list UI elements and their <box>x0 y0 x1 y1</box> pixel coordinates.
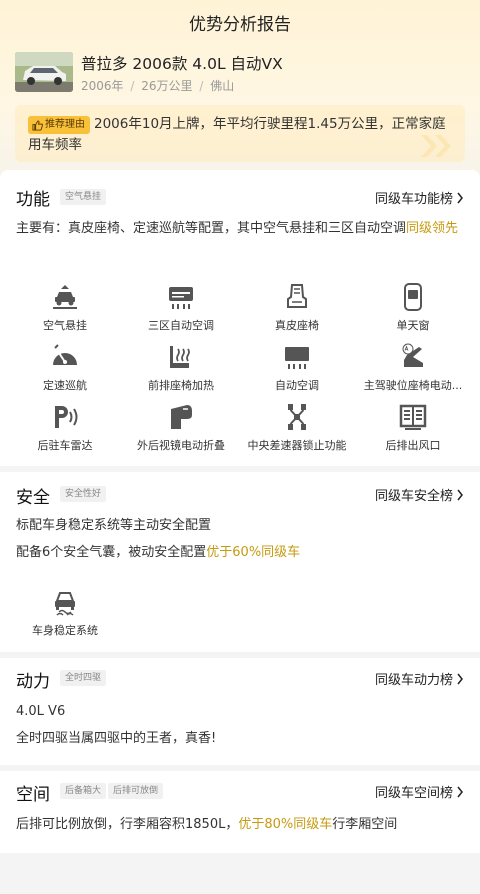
feature-item[interactable]: 主驾驶位座椅电动... <box>353 343 473 393</box>
cruise-control-icon <box>53 344 77 365</box>
feature-item[interactable]: 车身稳定系统 <box>5 588 125 638</box>
feature-item[interactable]: 空气悬挂 <box>5 283 125 333</box>
feature-label: 空气悬挂 <box>43 319 87 332</box>
power-title: 动力 <box>16 672 50 692</box>
feature-item[interactable]: 定速巡航 <box>5 343 125 393</box>
safety-passive-text: 配备6个安全气囊，被动安全配置 <box>16 545 207 560</box>
function-tag: 空气悬挂 <box>60 189 107 205</box>
space-card: 空间 后备箱大 后排可放倒 同级车空间榜 后排可比例放倒，行李厢容积1850L，… <box>0 771 480 853</box>
feature-label: 单天窗 <box>396 319 430 332</box>
feature-label: 主驾驶位座椅电动... <box>363 379 463 392</box>
feature-label: 三区自动空调 <box>148 319 214 332</box>
feature-item[interactable]: 自动空调 <box>237 343 357 393</box>
chevron-decoration-icon <box>421 135 451 157</box>
page-title: 优势分析报告 <box>189 15 291 35</box>
diff-lock-icon <box>288 404 306 430</box>
power-desc: 全时四驱当属四驱中的王者，真香! <box>16 731 217 746</box>
power-seat-icon <box>402 343 423 367</box>
feature-label: 自动空调 <box>275 379 319 392</box>
feature-item[interactable]: 后驻车雷达 <box>5 403 125 453</box>
meta-separator: / <box>199 79 204 93</box>
space-tag: 后排可放倒 <box>108 783 164 799</box>
feature-label: 真皮座椅 <box>275 319 319 332</box>
space-ranking-label: 同级车空间榜 <box>374 786 453 801</box>
safety-passive-desc: 配备6个安全气囊，被动安全配置优于60%同级车 <box>16 542 466 563</box>
power-ranking-label: 同级车动力榜 <box>374 673 453 688</box>
feature-label: 车身稳定系统 <box>32 624 98 637</box>
rear-vent-icon <box>399 404 427 430</box>
recommend-reason-card: 2006年10月上牌，年平均行驶里程1.45万公里，正常家庭用车频率 推荐理由 <box>15 105 465 162</box>
power-tag: 全时四驱 <box>60 670 107 686</box>
leather-seat-icon <box>287 284 307 308</box>
function-ranking-link[interactable]: 同级车功能榜 <box>375 188 464 207</box>
feature-item[interactable]: 中央差速器锁止功能 <box>237 403 357 453</box>
power-engine: 4.0L V6 <box>16 704 66 719</box>
seat-heating-icon <box>170 346 190 368</box>
car-mileage: 26万公里 <box>141 79 193 93</box>
safety-card: 安全 安全性好 同级车安全榜 标配车身稳定系统等主动安全配置 配备6个安全气囊，… <box>0 472 480 652</box>
air-suspension-icon <box>53 285 77 309</box>
safety-passive-highlight: 优于60%同级车 <box>206 545 301 560</box>
space-desc-text: 后排可比例放倒，行李厢容积1850L， <box>16 817 239 832</box>
feature-label: 前排座椅加热 <box>148 379 214 392</box>
feature-label: 外后视镜电动折叠 <box>137 439 225 452</box>
car-year: 2006年 <box>81 79 124 93</box>
car-name: 普拉多 2006款 4.0L 自动VX <box>81 55 283 73</box>
chevron-right-icon <box>457 786 463 797</box>
space-desc-highlight: 优于80%同级车 <box>238 817 333 832</box>
function-ranking-label: 同级车功能榜 <box>374 192 453 207</box>
chevron-right-icon <box>457 489 463 500</box>
function-card: 功能 空气悬挂 同级车功能榜 主要有：真皮座椅、定速巡航等配置，其中空气悬挂和三… <box>0 170 480 466</box>
feature-item[interactable]: 三区自动空调 <box>121 283 241 333</box>
function-desc-text: 主要有：真皮座椅、定速巡航等配置，其中空气悬挂和三区自动空调 <box>16 221 407 236</box>
space-desc-suffix: 行李厢空间 <box>332 817 398 832</box>
space-ranking-link[interactable]: 同级车空间榜 <box>375 782 464 801</box>
space-title: 空间 <box>16 785 50 805</box>
safety-ranking-link[interactable]: 同级车安全榜 <box>375 485 464 504</box>
feature-item[interactable]: 外后视镜电动折叠 <box>121 403 241 453</box>
feature-label: 后排出风口 <box>385 439 441 452</box>
safety-ranking-label: 同级车安全榜 <box>374 489 453 504</box>
feature-label: 后驻车雷达 <box>37 439 93 452</box>
safety-active-desc: 标配车身稳定系统等主动安全配置 <box>16 518 212 533</box>
car-meta: 2006年 / 26万公里 / 佛山 <box>81 77 234 94</box>
recommend-reason-tag-label: 推荐理由 <box>45 119 85 130</box>
power-card: 动力 全时四驱 同级车动力榜 4.0L V6 全时四驱当属四驱中的王者，真香! <box>0 658 480 765</box>
feature-item[interactable]: 真皮座椅 <box>237 283 357 333</box>
parking-radar-icon <box>55 406 78 428</box>
feature-item[interactable]: 单天窗 <box>353 283 473 333</box>
feature-label: 中央差速器锁止功能 <box>247 439 347 452</box>
auto-ac-icon <box>285 347 309 369</box>
feature-item[interactable]: 前排座椅加热 <box>121 343 241 393</box>
feature-item[interactable]: 后排出风口 <box>353 403 473 453</box>
space-desc: 后排可比例放倒，行李厢容积1850L，优于80%同级车行李厢空间 <box>16 814 466 835</box>
chevron-right-icon <box>457 673 463 684</box>
function-desc-highlight: 同级领先 <box>406 221 459 236</box>
chevron-right-icon <box>457 192 463 203</box>
power-ranking-link[interactable]: 同级车动力榜 <box>375 669 464 688</box>
stability-control-icon <box>55 592 75 616</box>
sunroof-icon <box>404 283 422 311</box>
car-city: 佛山 <box>210 79 235 93</box>
meta-separator: / <box>130 79 135 93</box>
three-zone-ac-icon <box>169 287 193 309</box>
function-title: 功能 <box>16 190 50 210</box>
recommend-reason-tag: 推荐理由 <box>28 116 90 134</box>
safety-tag: 安全性好 <box>60 486 107 502</box>
recommend-reason-text: 2006年10月上牌，年平均行驶里程1.45万公里，正常家庭用车频率 <box>28 116 446 153</box>
safety-title: 安全 <box>16 488 50 508</box>
thumbs-up-icon <box>32 119 43 131</box>
mirror-fold-icon <box>171 405 192 429</box>
space-tag: 后备箱大 <box>60 783 107 799</box>
car-thumbnail[interactable] <box>15 52 73 92</box>
function-desc: 主要有：真皮座椅、定速巡航等配置，其中空气悬挂和三区自动空调同级领先 <box>16 218 466 239</box>
feature-label: 定速巡航 <box>43 379 87 392</box>
